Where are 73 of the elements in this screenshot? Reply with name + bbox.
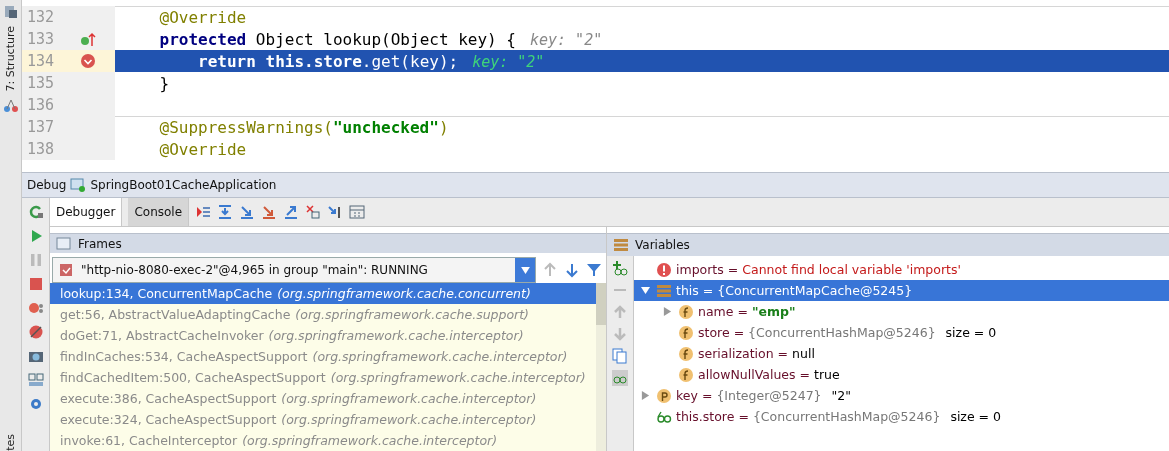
tool-window-title: Debug [27, 178, 67, 192]
stop-icon[interactable] [27, 276, 44, 292]
breakpoint-icon [80, 53, 96, 69]
code-line: @SuppressWarnings("unchecked") [158, 118, 449, 137]
expand-arrow-icon[interactable] [640, 391, 650, 400]
up-arrow-icon[interactable] [542, 262, 558, 278]
stack-frame[interactable]: invoke:61, CacheInterceptor (org.springframework.cache.interceptor) [50, 430, 596, 451]
force-step-into-icon[interactable] [261, 204, 278, 220]
thread-icon [59, 262, 75, 278]
structure-tab[interactable]: 7: Structure [4, 26, 17, 92]
drop-frame-icon[interactable] [305, 204, 322, 220]
field-icon [678, 303, 694, 320]
step-out-icon[interactable] [283, 204, 300, 220]
code-line: return this.store.get(key); [197, 52, 459, 71]
line-number: 137 [26, 118, 56, 136]
variable-row[interactable]: this = {ConcurrentMapCache@5245} [634, 280, 1169, 301]
code-line: @Override [158, 8, 247, 27]
layout-icon[interactable] [27, 372, 44, 388]
object-icon [656, 282, 672, 299]
evaluate-icon[interactable] [349, 204, 366, 220]
line-number: 135 [26, 74, 56, 92]
filter-icon[interactable] [586, 262, 602, 278]
hierarchy-icon[interactable] [2, 97, 19, 114]
step-over-icon[interactable] [217, 204, 234, 220]
line-number: 134 [26, 52, 56, 70]
parameter-icon [656, 387, 672, 404]
variable-row[interactable]: allowNullValues = true [634, 364, 1169, 385]
variable-row[interactable]: name = "emp" [634, 301, 1169, 322]
variable-row[interactable]: key = {Integer@5247} "2" [634, 385, 1169, 406]
variables-icon [613, 237, 629, 253]
side-tab[interactable]: tes [4, 434, 17, 451]
down-arrow-icon[interactable] [564, 262, 580, 278]
code-line: protected Object lookup(Object key) { [158, 30, 516, 49]
override-icon [80, 31, 96, 47]
variable-row[interactable]: imports = Cannot find local variable 'imports' [634, 259, 1169, 280]
code-line: } [158, 74, 170, 93]
stack-frame[interactable]: execute:386, CacheAspectSupport (org.springframework.cache.interceptor) [50, 388, 596, 409]
dropdown-arrow-icon[interactable] [520, 266, 530, 274]
run-config-icon [70, 177, 87, 193]
show-execution-point-icon[interactable] [195, 204, 212, 220]
debugger-tab[interactable]: Console [128, 198, 190, 226]
new-watch-icon[interactable] [612, 260, 628, 276]
step-into-icon[interactable] [239, 204, 256, 220]
inline-value-hint: key: "2" [529, 30, 603, 49]
line-number: 132 [26, 8, 56, 26]
field-icon [678, 324, 694, 341]
collapse-arrow-icon[interactable] [640, 286, 650, 295]
inline-value-hint: key: "2" [472, 52, 545, 71]
line-number: 136 [26, 96, 56, 114]
panel-title: Frames [78, 236, 122, 251]
breakpoints-icon[interactable] [27, 300, 44, 316]
error-icon [656, 261, 672, 278]
panel-title: Variables [635, 238, 690, 252]
rerun-icon[interactable] [27, 204, 44, 220]
variable-row[interactable]: store = {ConcurrentHashMap@5246} size = 0 [634, 322, 1169, 343]
field-icon [678, 345, 694, 362]
thread-dropdown[interactable]: "http-nio-8080-exec-2"@4,965 in group "main": RUNNING [52, 257, 536, 283]
line-number: 138 [26, 140, 56, 158]
run-configuration-tab[interactable]: SpringBoot01CacheApplication [90, 178, 277, 192]
line-number: 133 [26, 30, 56, 48]
code-line: @Override [158, 140, 247, 159]
mute-breakpoints-icon[interactable] [27, 324, 44, 340]
stack-frame[interactable]: lookup:134, ConcurrentMapCache (org.springframework.cache.concurrent) [50, 283, 596, 304]
watches-icon[interactable] [612, 370, 628, 386]
variable-row[interactable]: serialization = null [634, 343, 1169, 364]
debugger-tab[interactable]: Debugger [50, 198, 123, 226]
frames-icon [56, 235, 72, 252]
structure-icon[interactable] [2, 4, 19, 20]
expand-arrow-icon[interactable] [662, 307, 672, 316]
copy-icon[interactable] [612, 348, 628, 364]
field-icon [678, 366, 694, 383]
scrollbar-thumb[interactable] [596, 283, 606, 325]
variable-row[interactable]: this.store = {ConcurrentHashMap@5246} size = 0 [634, 406, 1169, 427]
